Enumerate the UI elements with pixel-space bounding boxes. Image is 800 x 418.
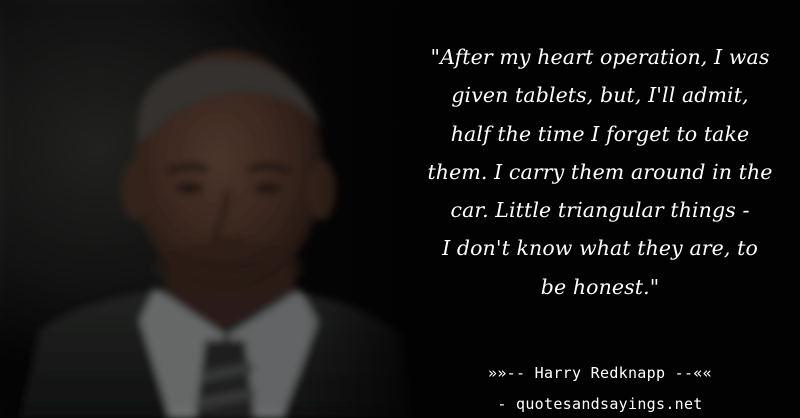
quote-card: "After my heart operation, I was given t… — [0, 0, 800, 418]
quote-line: "After my heart operation, I was — [430, 45, 770, 69]
quote-line: I don't know what they are, to — [442, 236, 758, 261]
quote-line: car. Little triangular things - — [450, 198, 750, 223]
quote-line: given tablets, but, I'll admit, — [451, 83, 749, 108]
quote-line: half the time I forget to take — [450, 121, 750, 146]
quote-text: "After my heart operation, I was given t… — [408, 38, 792, 306]
quote-line: them. I carry them around in the — [427, 159, 773, 184]
quote-line: be honest." — [540, 274, 660, 299]
site-credit: - quotesandsayings.net — [497, 395, 703, 413]
quote-author: »»-- Harry Redknapp --«« — [488, 364, 712, 382]
